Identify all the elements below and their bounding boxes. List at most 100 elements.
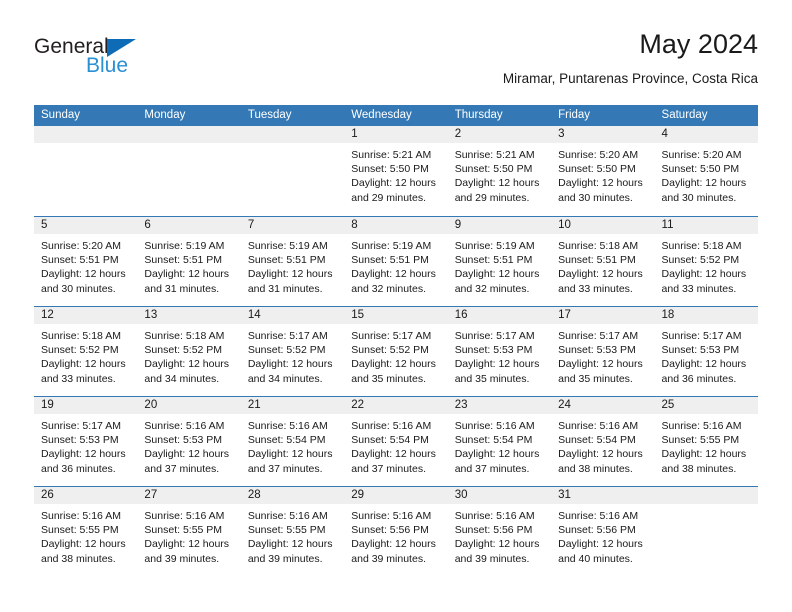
day-cell-31[interactable]: 31 Sunrise: 5:16 AM Sunset: 5:56 PM Dayligh… bbox=[551, 487, 655, 576]
weekday-header-tuesday: Tuesday bbox=[247, 109, 292, 121]
calendar-week-row: 19 Sunrise: 5:17 AM Sunset: 5:53 PM Dayligh… bbox=[34, 396, 758, 486]
day-number bbox=[240, 126, 345, 143]
day-cell-14[interactable]: 14 Sunrise: 5:17 AM Sunset: 5:52 PM Dayligh… bbox=[240, 307, 345, 396]
day-details: Sunrise: 5:18 AM Sunset: 5:52 PM Daylight:… bbox=[34, 324, 137, 386]
day-details: Sunrise: 5:17 AM Sunset: 5:52 PM Daylight:… bbox=[241, 324, 344, 386]
day-details: Sunrise: 5:16 AM Sunset: 5:56 PM Daylight:… bbox=[448, 504, 551, 566]
sunrise-text: Sunrise: 5:21 AM bbox=[454, 149, 535, 161]
day-cell-9[interactable]: 9 Sunrise: 5:19 AM Sunset: 5:51 PM Daylight… bbox=[447, 217, 552, 306]
day-cell-21[interactable]: 21 Sunrise: 5:16 AM Sunset: 5:54 PM Dayligh… bbox=[240, 397, 345, 486]
day-details: Sunrise: 5:17 AM Sunset: 5:53 PM Daylight:… bbox=[655, 324, 758, 386]
day-cell-18[interactable]: 18 Sunrise: 5:17 AM Sunset: 5:53 PM Dayligh… bbox=[654, 307, 758, 396]
day-cell-empty bbox=[137, 126, 241, 216]
day-cell-2[interactable]: 2 Sunrise: 5:21 AM Sunset: 5:50 PM Daylight… bbox=[447, 126, 552, 216]
daylight-text-line1: Daylight: 12 hours bbox=[454, 177, 540, 190]
calendar-week-row: 1 Sunrise: 5:21 AM Sunset: 5:50 PM Daylight… bbox=[34, 126, 758, 216]
daylight-text-line2: and 37 minutes. bbox=[454, 462, 530, 475]
daylight-text-line2: and 35 minutes. bbox=[558, 372, 633, 385]
day-cell-24[interactable]: 24 Sunrise: 5:16 AM Sunset: 5:54 PM Dayligh… bbox=[551, 397, 655, 486]
day-cell-29[interactable]: 29 Sunrise: 5:16 AM Sunset: 5:56 PM Dayligh… bbox=[344, 487, 448, 576]
day-cell-15[interactable]: 15 Sunrise: 5:17 AM Sunset: 5:52 PM Dayligh… bbox=[344, 307, 448, 396]
day-number: 28 bbox=[240, 487, 345, 504]
daylight-text-line2: and 29 minutes. bbox=[351, 191, 426, 204]
daylight-text-line2: and 33 minutes. bbox=[661, 282, 737, 295]
daylight-text-line1: Daylight: 12 hours bbox=[247, 538, 333, 551]
weekday-header-monday: Monday bbox=[144, 109, 186, 121]
sunset-text: Sunset: 5:53 PM bbox=[558, 344, 636, 357]
day-number: 14 bbox=[240, 307, 345, 324]
day-details: Sunrise: 5:16 AM Sunset: 5:55 PM Daylight:… bbox=[655, 414, 758, 476]
day-number: 29 bbox=[344, 487, 448, 504]
sunrise-text: Sunrise: 5:19 AM bbox=[144, 240, 225, 252]
day-number: 25 bbox=[654, 397, 758, 414]
day-cell-4[interactable]: 4 Sunrise: 5:20 AM Sunset: 5:50 PM Daylight… bbox=[654, 126, 758, 216]
sunset-text: Sunset: 5:52 PM bbox=[144, 344, 223, 357]
calendar-week-row: 5 Sunrise: 5:20 AM Sunset: 5:51 PM Daylight… bbox=[34, 216, 758, 306]
sunset-text: Sunset: 5:52 PM bbox=[247, 344, 326, 357]
day-cell-27[interactable]: 27 Sunrise: 5:16 AM Sunset: 5:55 PM Dayligh… bbox=[137, 487, 241, 576]
day-details: Sunrise: 5:16 AM Sunset: 5:55 PM Daylight:… bbox=[137, 504, 240, 566]
daylight-text-line2: and 35 minutes. bbox=[351, 372, 426, 385]
sunset-text: Sunset: 5:55 PM bbox=[247, 524, 326, 537]
sunrise-text: Sunrise: 5:17 AM bbox=[247, 330, 328, 342]
day-cell-3[interactable]: 3 Sunrise: 5:20 AM Sunset: 5:50 PM Daylight… bbox=[551, 126, 655, 216]
day-cell-5[interactable]: 5 Sunrise: 5:20 AM Sunset: 5:51 PM Daylight… bbox=[34, 217, 138, 306]
day-number: 15 bbox=[344, 307, 448, 324]
general-blue-logo[interactable]: General Blue bbox=[34, 36, 234, 92]
day-number: 10 bbox=[551, 217, 655, 234]
day-cell-20[interactable]: 20 Sunrise: 5:16 AM Sunset: 5:53 PM Dayligh… bbox=[137, 397, 241, 486]
sunrise-text: Sunrise: 5:19 AM bbox=[454, 240, 535, 252]
day-details: Sunrise: 5:19 AM Sunset: 5:51 PM Daylight:… bbox=[137, 234, 240, 296]
page-subtitle: Miramar, Puntarenas Province, Costa Rica bbox=[502, 71, 758, 86]
sunset-text: Sunset: 5:51 PM bbox=[558, 254, 636, 267]
sunrise-text: Sunrise: 5:16 AM bbox=[661, 420, 742, 432]
day-number: 22 bbox=[344, 397, 448, 414]
day-cell-11[interactable]: 11 Sunrise: 5:18 AM Sunset: 5:52 PM Dayligh… bbox=[654, 217, 758, 306]
daylight-text-line1: Daylight: 12 hours bbox=[351, 538, 436, 551]
daylight-text-line2: and 29 minutes. bbox=[454, 191, 530, 204]
day-number: 19 bbox=[34, 397, 138, 414]
day-number: 3 bbox=[551, 126, 655, 143]
daylight-text-line1: Daylight: 12 hours bbox=[41, 448, 126, 461]
day-cell-22[interactable]: 22 Sunrise: 5:16 AM Sunset: 5:54 PM Dayligh… bbox=[344, 397, 448, 486]
calendar-week-row: 26 Sunrise: 5:16 AM Sunset: 5:55 PM Dayligh… bbox=[34, 486, 758, 576]
sunset-text: Sunset: 5:54 PM bbox=[454, 434, 533, 447]
daylight-text-line1: Daylight: 12 hours bbox=[558, 448, 643, 461]
daylight-text-line1: Daylight: 12 hours bbox=[351, 358, 436, 371]
day-number: 2 bbox=[447, 126, 552, 143]
day-cell-10[interactable]: 10 Sunrise: 5:18 AM Sunset: 5:51 PM Dayligh… bbox=[551, 217, 655, 306]
day-cell-19[interactable]: 19 Sunrise: 5:17 AM Sunset: 5:53 PM Dayligh… bbox=[34, 397, 138, 486]
daylight-text-line1: Daylight: 12 hours bbox=[247, 268, 333, 281]
day-details: Sunrise: 5:16 AM Sunset: 5:56 PM Daylight:… bbox=[344, 504, 447, 566]
sunset-text: Sunset: 5:53 PM bbox=[454, 344, 533, 357]
day-number: 24 bbox=[551, 397, 655, 414]
page-title: May 2024 bbox=[639, 29, 758, 59]
sunset-text: Sunset: 5:53 PM bbox=[661, 344, 740, 357]
day-cell-empty bbox=[240, 126, 345, 216]
day-cell-16[interactable]: 16 Sunrise: 5:17 AM Sunset: 5:53 PM Dayligh… bbox=[447, 307, 552, 396]
day-cell-30[interactable]: 30 Sunrise: 5:16 AM Sunset: 5:56 PM Dayligh… bbox=[447, 487, 552, 576]
day-cell-13[interactable]: 13 Sunrise: 5:18 AM Sunset: 5:52 PM Dayligh… bbox=[137, 307, 241, 396]
day-cell-17[interactable]: 17 Sunrise: 5:17 AM Sunset: 5:53 PM Dayligh… bbox=[551, 307, 655, 396]
day-details: Sunrise: 5:16 AM Sunset: 5:55 PM Daylight:… bbox=[241, 504, 344, 566]
day-cell-12[interactable]: 12 Sunrise: 5:18 AM Sunset: 5:52 PM Dayligh… bbox=[34, 307, 138, 396]
day-cell-1[interactable]: 1 Sunrise: 5:21 AM Sunset: 5:50 PM Daylight… bbox=[344, 126, 448, 216]
sunset-text: Sunset: 5:55 PM bbox=[144, 524, 223, 537]
day-cell-23[interactable]: 23 Sunrise: 5:16 AM Sunset: 5:54 PM Dayligh… bbox=[447, 397, 552, 486]
day-cell-7[interactable]: 7 Sunrise: 5:19 AM Sunset: 5:51 PM Daylight… bbox=[240, 217, 345, 306]
weekday-header-saturday: Saturday bbox=[661, 109, 708, 121]
weekday-header-thursday: Thursday bbox=[454, 109, 503, 121]
day-cell-6[interactable]: 6 Sunrise: 5:19 AM Sunset: 5:51 PM Daylight… bbox=[137, 217, 241, 306]
day-cell-25[interactable]: 25 Sunrise: 5:16 AM Sunset: 5:55 PM Dayligh… bbox=[654, 397, 758, 486]
day-details: Sunrise: 5:16 AM Sunset: 5:55 PM Daylight:… bbox=[34, 504, 137, 566]
daylight-text-line2: and 32 minutes. bbox=[351, 282, 426, 295]
daylight-text-line2: and 36 minutes. bbox=[661, 372, 737, 385]
day-number: 4 bbox=[654, 126, 758, 143]
day-cell-26[interactable]: 26 Sunrise: 5:16 AM Sunset: 5:55 PM Dayligh… bbox=[34, 487, 138, 576]
daylight-text-line1: Daylight: 12 hours bbox=[144, 538, 230, 551]
sunset-text: Sunset: 5:51 PM bbox=[41, 254, 119, 267]
day-number: 16 bbox=[447, 307, 552, 324]
daylight-text-line1: Daylight: 12 hours bbox=[144, 358, 230, 371]
day-cell-8[interactable]: 8 Sunrise: 5:19 AM Sunset: 5:51 PM Daylight… bbox=[344, 217, 448, 306]
day-cell-28[interactable]: 28 Sunrise: 5:16 AM Sunset: 5:55 PM Dayligh… bbox=[240, 487, 345, 576]
